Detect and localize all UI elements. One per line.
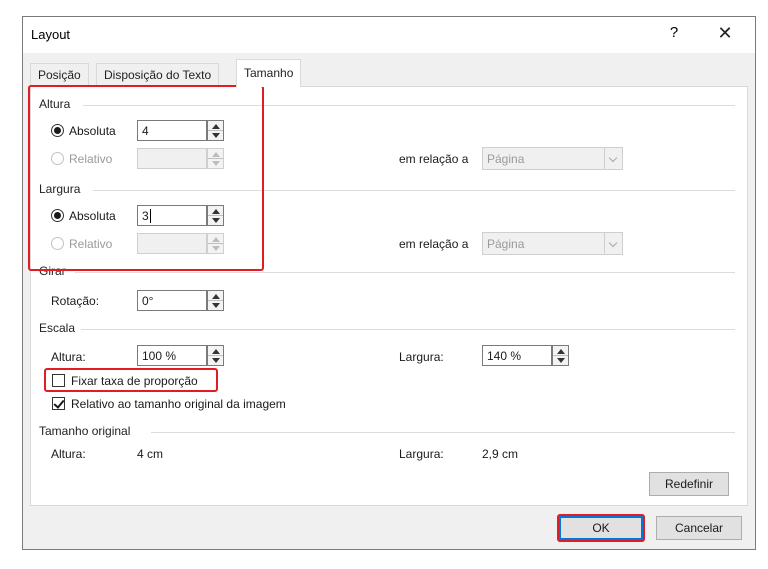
altura-absoluta-stepper[interactable]: [207, 120, 224, 141]
largura-divider: [93, 190, 735, 191]
altura-em-relacao-label: em relação a: [399, 152, 469, 166]
tab-disposicao-do-texto[interactable]: Disposição do Texto: [96, 63, 220, 86]
altura-relativo-label: Relativo: [69, 152, 113, 166]
largura-relativo-radio[interactable]: [51, 237, 64, 250]
escala-altura-stepper[interactable]: [207, 345, 224, 366]
help-icon[interactable]: ?: [664, 24, 684, 41]
text-caret: [150, 209, 151, 223]
largura-em-relacao-label: em relação a: [399, 237, 469, 251]
escala-altura-value: 100 %: [142, 349, 177, 363]
ok-button[interactable]: OK: [559, 516, 643, 540]
largura-absoluta-stepper[interactable]: [207, 205, 224, 226]
escala-divider: [81, 329, 735, 330]
largura-absoluta-label: Absoluta: [69, 209, 116, 223]
escala-altura-input[interactable]: 100 %: [137, 345, 207, 366]
rotacao-stepper[interactable]: [207, 290, 224, 311]
tab-label: Tamanho: [244, 66, 294, 80]
altura-relativo-input[interactable]: [137, 148, 207, 169]
largura-absoluta-input[interactable]: 3: [137, 205, 207, 226]
tab-tamanho[interactable]: Tamanho: [236, 59, 302, 87]
relativo-tamanho-original-checkbox[interactable]: [52, 397, 65, 410]
altura-divider: [83, 105, 735, 106]
tamanho-original-divider: [151, 432, 735, 433]
layout-dialog: Layout ? ✕ Posição Disposição do Texto T…: [22, 16, 756, 550]
dialog-title: Layout: [31, 27, 71, 42]
altura-relativo-radio[interactable]: [51, 152, 64, 165]
largura-section-title: Largura: [39, 182, 81, 196]
largura-absoluta-value: 3: [142, 209, 149, 223]
escala-section-title: Escala: [39, 321, 76, 335]
original-altura-value: 4 cm: [137, 447, 164, 461]
fixar-proporcao-checkbox[interactable]: [52, 374, 65, 387]
altura-absoluta-label: Absoluta: [69, 124, 116, 138]
original-largura-value: 2,9 cm: [482, 447, 519, 461]
altura-section-title: Altura: [39, 97, 71, 111]
girar-section-title: Girar: [39, 264, 66, 278]
largura-em-relacao-value: Página: [487, 237, 525, 251]
original-largura-label: Largura:: [399, 447, 444, 461]
altura-relativo-stepper[interactable]: [207, 148, 224, 169]
cancelar-button[interactable]: Cancelar: [656, 516, 742, 540]
title-bar: Layout ? ✕: [23, 17, 755, 53]
rotacao-value: 0°: [142, 294, 154, 308]
largura-relativo-stepper[interactable]: [207, 233, 224, 254]
altura-em-relacao-select[interactable]: Página: [482, 147, 623, 170]
tab-label: Disposição do Texto: [104, 68, 212, 82]
chevron-down-icon: [604, 148, 622, 169]
altura-absoluta-value: 4: [142, 124, 149, 138]
largura-absoluta-radio[interactable]: [51, 209, 64, 222]
fixar-proporcao-label: Fixar taxa de proporção: [71, 374, 198, 388]
largura-em-relacao-select[interactable]: Página: [482, 232, 623, 255]
close-icon[interactable]: ✕: [713, 22, 737, 44]
altura-absoluta-radio[interactable]: [51, 124, 64, 137]
tab-posicao[interactable]: Posição: [30, 63, 89, 86]
rotacao-label: Rotação:: [51, 294, 100, 308]
chevron-down-icon: [604, 233, 622, 254]
escala-largura-value: 140 %: [487, 349, 522, 363]
largura-relativo-input[interactable]: [137, 233, 207, 254]
tamanho-original-section-title: Tamanho original: [39, 424, 131, 438]
original-altura-label: Altura:: [51, 447, 86, 461]
escala-largura-stepper[interactable]: [552, 345, 569, 366]
largura-relativo-label: Relativo: [69, 237, 113, 251]
redefinir-button[interactable]: Redefinir: [649, 472, 729, 496]
escala-altura-label: Altura:: [51, 350, 86, 364]
escala-largura-input[interactable]: 140 %: [482, 345, 552, 366]
altura-em-relacao-value: Página: [487, 152, 525, 166]
altura-absoluta-input[interactable]: 4: [137, 120, 207, 141]
escala-largura-label: Largura:: [399, 350, 444, 364]
rotacao-input[interactable]: 0°: [137, 290, 207, 311]
girar-divider: [75, 272, 735, 273]
tab-label: Posição: [38, 68, 81, 82]
relativo-tamanho-original-label: Relativo ao tamanho original da imagem: [71, 397, 286, 411]
